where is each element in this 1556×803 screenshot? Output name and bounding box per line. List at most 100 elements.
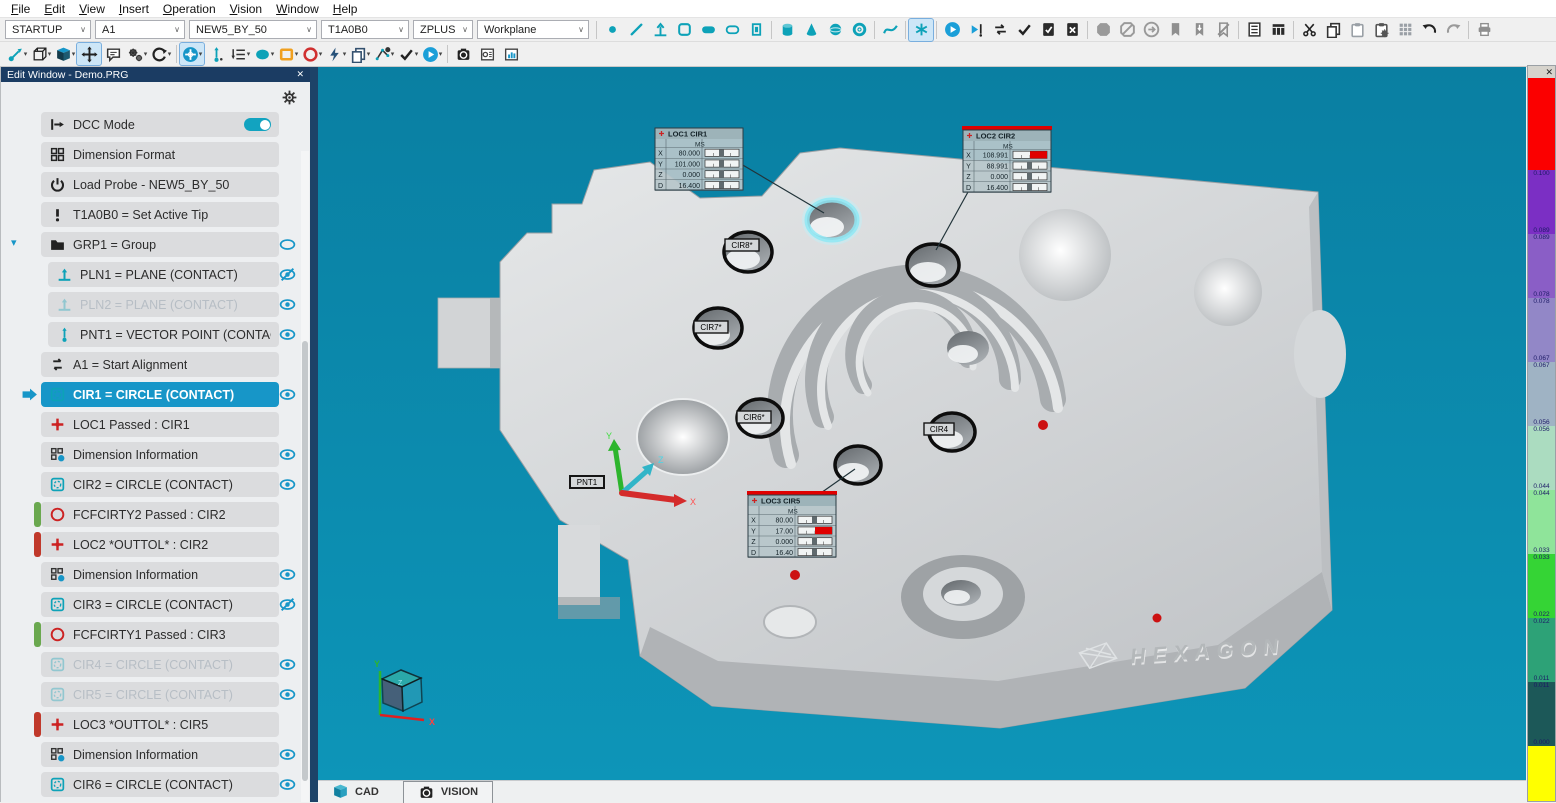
report-window-button[interactable] [1242,19,1266,41]
measurement-label-LOC2-CIR2[interactable]: LOC2 CIR2MSX108.991Y88.991Z0.000D16.400 [962,126,1052,193]
chevron-down-icon[interactable]: ▾ [439,50,443,58]
chevron-down-icon[interactable]: ▾ [295,50,299,58]
item-button[interactable]: CIR6 = CIRCLE (CONTACT) [41,772,279,797]
sphere-feature-button[interactable] [823,19,847,41]
wireframe-view-button[interactable]: ▾ [29,43,53,65]
menu-vision[interactable]: Vision [223,2,269,16]
chevron-down-icon[interactable]: ▾ [144,50,148,58]
redo-button[interactable] [1441,19,1465,41]
item-button[interactable]: FCFCIRTY1 Passed : CIR3 [41,622,279,647]
pattern-button[interactable] [1393,19,1417,41]
chevron-down-icon[interactable]: ▾ [319,50,323,58]
chevron-down-icon[interactable]: ▾ [72,50,76,58]
item-button[interactable]: FCFCIRTY2 Passed : CIR2 [41,502,279,527]
item-button[interactable]: CIR3 = CIRCLE (CONTACT) [41,592,279,617]
visibility-open-eye-icon[interactable] [279,386,296,403]
dropdown-a1[interactable]: A1∨ [95,20,185,39]
report-template-button[interactable] [1266,19,1290,41]
item-button[interactable]: LOC2 *OUTTOL* : CIR2 [41,532,279,557]
item-button[interactable]: LOC1 Passed : CIR1 [41,412,279,437]
execute-from-cursor-button[interactable] [964,19,988,41]
feature-tag-CIR8[interactable]: CIR8* [725,239,759,251]
copy-features-button[interactable]: ▾ [348,43,372,65]
probe-toggle-button[interactable]: ▾ [180,43,204,65]
visibility-open-eye-icon[interactable] [279,446,296,463]
item-button[interactable]: Load Probe - NEW5_BY_50 [41,172,279,197]
circle-tool-button[interactable]: ▾ [300,43,324,65]
item-button[interactable]: Dimension Format [41,142,279,167]
auto-feature-button[interactable] [909,19,933,41]
optimization-button[interactable]: ▾ [125,43,149,65]
dropdown-t1a0b0[interactable]: T1A0B0∨ [321,20,409,39]
chevron-down-icon[interactable]: ▾ [271,50,275,58]
chevron-down-icon[interactable]: ▾ [48,50,52,58]
item-button[interactable]: CIR2 = CIRCLE (CONTACT) [41,472,279,497]
feature-tag-PNT1[interactable]: PNT1 [570,476,604,488]
change-marked-button[interactable] [988,19,1012,41]
menu-operation[interactable]: Operation [156,2,223,16]
dropdown-new5_by_50[interactable]: NEW5_BY_50∨ [189,20,317,39]
pan-mode-button[interactable] [77,43,101,65]
mark-features-button[interactable]: ▾ [396,43,420,65]
visibility-open-eye-icon[interactable] [279,656,296,673]
probe-path-button[interactable] [204,43,228,65]
plane-feature-button[interactable] [648,19,672,41]
item-button[interactable]: PLN2 = PLANE (CONTACT) [48,292,279,317]
execute-program-button[interactable] [940,19,964,41]
chevron-down-icon[interactable]: ▾ [247,50,251,58]
panel-scrollbar[interactable] [301,151,309,802]
item-button[interactable]: CIR1 = CIRCLE (CONTACT) [41,382,279,407]
visibility-slash-eye-icon[interactable] [279,266,296,283]
continue-button[interactable] [1139,19,1163,41]
gear-icon[interactable] [281,89,298,106]
notch-feature-button[interactable] [744,19,768,41]
mark-all-button[interactable] [1036,19,1060,41]
feature-tag-CIR6[interactable]: CIR6* [737,411,771,423]
visibility-outline-eye-icon[interactable] [279,236,296,253]
cone-feature-button[interactable] [799,19,823,41]
cancel-button[interactable] [1115,19,1139,41]
chevron-down-icon[interactable]: ▾ [199,50,203,58]
tab-vision[interactable]: VISION [403,781,493,803]
probe-mode-button[interactable]: ▾ [5,43,29,65]
bookmark-button[interactable] [1163,19,1187,41]
visibility-open-eye-icon[interactable] [279,776,296,793]
measurement-label-LOC1-CIR1[interactable]: LOC1 CIR1MSX80.000Y101.000Z0.000D16.400 [655,128,743,191]
menu-file[interactable]: File [4,2,37,16]
item-button[interactable]: Dimension Information [41,442,279,467]
surface-feature-button[interactable]: ▾ [252,43,276,65]
quick-feature-button[interactable]: ▾ [324,43,348,65]
item-button[interactable]: T1A0B0 = Set Active Tip [41,202,279,227]
item-button[interactable]: Dimension Information [41,742,279,767]
shaded-view-button[interactable]: ▾ [53,43,77,65]
torus-feature-button[interactable] [847,19,871,41]
mark-button[interactable] [1012,19,1036,41]
dropdown-startup[interactable]: STARTUP∨ [5,20,91,39]
panel-splitter[interactable] [310,67,318,802]
visibility-slash-eye-icon[interactable] [279,596,296,613]
cylinder-feature-button[interactable] [775,19,799,41]
item-button[interactable]: DCC Mode [41,112,279,137]
print-button[interactable] [1472,19,1496,41]
item-button[interactable]: Dimension Information [41,562,279,587]
undo-button[interactable] [1417,19,1441,41]
chevron-down-icon[interactable]: ▾ [24,50,28,58]
bookmark-clear-button[interactable] [1211,19,1235,41]
item-button[interactable]: GRP1 = Group [41,232,279,257]
paste-with-pattern-button[interactable] [1369,19,1393,41]
expander-icon[interactable]: ▾ [11,236,17,249]
square-slot-feature-button[interactable] [720,19,744,41]
item-button[interactable]: LOC3 *OUTTOL* : CIR5 [41,712,279,737]
feature-tag-CIR7[interactable]: CIR7* [694,321,728,333]
circle-feature-button[interactable] [672,19,696,41]
snapshot-button[interactable] [451,43,475,65]
comment-button[interactable] [101,43,125,65]
item-button[interactable]: A1 = Start Alignment [41,352,279,377]
clear-all-marks-button[interactable] [1060,19,1084,41]
measurement-label-LOC3-CIR5[interactable]: LOC3 CIR5MSX80.00Y17.00Z0.000D16.40 [747,491,837,558]
rotate-view-button[interactable]: ▾ [149,43,173,65]
visibility-open-eye-icon[interactable] [279,296,296,313]
visibility-open-eye-icon[interactable] [279,476,296,493]
feature-list-button[interactable]: ▾ [228,43,252,65]
item-button[interactable]: CIR5 = CIRCLE (CONTACT) [41,682,279,707]
